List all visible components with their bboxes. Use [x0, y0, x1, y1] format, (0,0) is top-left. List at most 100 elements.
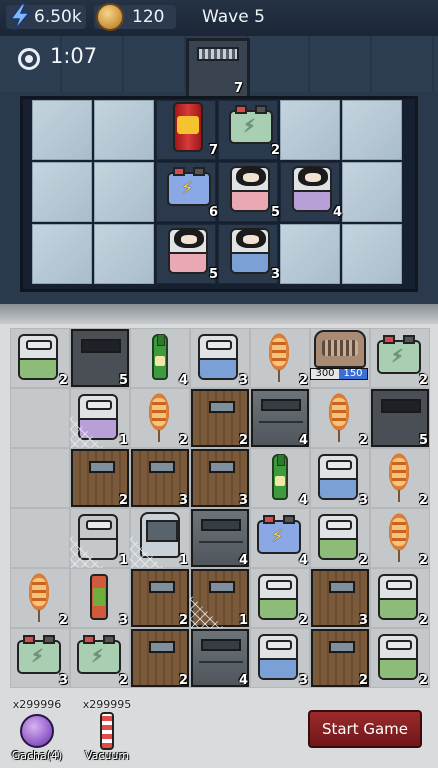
radio-item[interactable]: 300 150	[310, 328, 370, 388]
skewer-icon	[148, 392, 170, 442]
item-level: 4	[238, 553, 248, 568]
energy-counter: 6.50k	[6, 3, 86, 31]
item-level: 2	[298, 373, 308, 388]
door-item[interactable]: 4	[250, 388, 310, 448]
skewer-item[interactable]: 2	[370, 508, 430, 568]
battery-item[interactable]: ⚡ 6	[160, 160, 220, 220]
item-level: 3	[270, 267, 280, 282]
door-item[interactable]: 4	[190, 508, 250, 568]
coin-icon	[96, 3, 124, 31]
item-level: 2	[58, 613, 68, 628]
frozen-floor-tile	[94, 162, 154, 222]
skewer-item[interactable]: 2	[250, 328, 310, 388]
bed-item[interactable]: 4	[284, 160, 344, 220]
start-game-button[interactable]: Start Game	[308, 710, 422, 748]
door-item[interactable]: 5	[70, 328, 130, 388]
door-item[interactable]: 2	[190, 388, 250, 448]
gacha-tool[interactable]: x299996 Gacha(4)	[2, 698, 72, 764]
bed-item[interactable]: 2	[250, 568, 310, 628]
bottle-item[interactable]: 4	[130, 328, 190, 388]
skewer-item[interactable]: 2	[130, 388, 190, 448]
wave-timer: 1:07	[50, 44, 98, 68]
grid-cell[interactable]	[10, 508, 70, 568]
grid-cell[interactable]	[10, 448, 70, 508]
bed-item[interactable]: 3	[190, 328, 250, 388]
radio-icon	[314, 330, 366, 368]
vacuum-label: Vacuum	[84, 749, 130, 762]
door-item[interactable]: 3	[190, 448, 250, 508]
door-item[interactable]: 3	[310, 568, 370, 628]
skewer-item[interactable]: 2	[10, 568, 70, 628]
door-item[interactable]: 5	[370, 388, 430, 448]
item-level: 2	[358, 553, 368, 568]
bottle-item[interactable]: 4	[250, 448, 310, 508]
radio-hp-value: 300	[311, 369, 339, 379]
vacuum-icon	[100, 712, 114, 750]
item-level: 4	[298, 433, 308, 448]
skewer-item[interactable]: 2	[310, 388, 370, 448]
item-level: 2	[358, 673, 368, 688]
bed-icon	[318, 514, 358, 560]
battery-item[interactable]: ⚡ 2	[222, 98, 282, 158]
skewer-item[interactable]: 2	[370, 448, 430, 508]
item-level: 2	[418, 673, 428, 688]
item-level: 2	[118, 673, 128, 688]
item-level: 2	[118, 493, 128, 508]
door-item[interactable]: 2	[130, 628, 190, 688]
bed-item[interactable]: 1	[70, 508, 130, 568]
coin-value: 120	[132, 7, 165, 27]
torch-item[interactable]: 3	[70, 568, 130, 628]
coin-counter: 120	[94, 3, 176, 31]
bed-icon	[230, 228, 270, 274]
item-level: 2	[178, 673, 188, 688]
merge-grid: 2 5 4 3 2 300 150 ⚡ 2 1 2 2 4 2 5 2 3 3 4 3 2 1 1 4 ⚡ 4 2 2 2 3 2 1 2 3 2 ⚡…	[0, 304, 438, 692]
bed-item[interactable]: 5	[160, 222, 220, 282]
room-entrance-door[interactable]: 7	[186, 38, 250, 98]
door-grill	[197, 47, 239, 61]
battery-item[interactable]: ⚡ 3	[10, 628, 70, 688]
battery-item[interactable]: ⚡ 2	[70, 628, 130, 688]
item-level: 2	[178, 433, 188, 448]
bed-item[interactable]: 3	[250, 628, 310, 688]
frozen-floor-tile	[280, 224, 340, 284]
frozen-floor-tile	[342, 224, 402, 284]
door-item[interactable]: 2	[70, 448, 130, 508]
item-level: 7	[208, 143, 218, 158]
bed-item[interactable]: 5	[222, 160, 282, 220]
door-item[interactable]: 1	[190, 568, 250, 628]
vacuum-tool[interactable]: x299995 Vacuum	[72, 698, 142, 764]
door-item[interactable]: 2	[130, 568, 190, 628]
item-level: 2	[58, 373, 68, 388]
energy-drink-item[interactable]: 7	[160, 98, 220, 158]
skewer-icon	[328, 392, 350, 442]
door-item[interactable]: 4	[190, 628, 250, 688]
item-level: 3	[238, 493, 248, 508]
bed-item[interactable]: 3	[310, 448, 370, 508]
sleeping-survivor-icon	[298, 166, 328, 186]
bed-item[interactable]: 2	[370, 628, 430, 688]
bed-icon	[378, 574, 418, 620]
door-item[interactable]: 2	[310, 628, 370, 688]
door-item[interactable]: 3	[130, 448, 190, 508]
item-level: 4	[298, 553, 308, 568]
radio-hp-bar: 300 150	[310, 368, 368, 380]
skewer-icon	[388, 452, 410, 502]
frozen-floor-tile	[94, 224, 154, 284]
bed-item[interactable]: 2	[370, 568, 430, 628]
bed-icon	[378, 634, 418, 680]
bed-item[interactable]: 1	[70, 388, 130, 448]
bed-icon	[258, 634, 298, 680]
vacuum-count: x299995	[82, 698, 132, 711]
item-level: 1	[238, 613, 248, 628]
battery-item[interactable]: ⚡ 2	[370, 328, 430, 388]
item-level: 3	[58, 673, 68, 688]
item-level: 1	[118, 553, 128, 568]
item-level: 4	[178, 373, 188, 388]
grid-cell[interactable]	[10, 388, 70, 448]
bed-item[interactable]: 3	[222, 222, 282, 282]
fan-item[interactable]: 1	[130, 508, 190, 568]
bed-item[interactable]: 2	[10, 328, 70, 388]
battery-icon: ⚡	[229, 105, 273, 144]
bed-item[interactable]: 2	[310, 508, 370, 568]
battery-item[interactable]: ⚡ 4	[250, 508, 310, 568]
